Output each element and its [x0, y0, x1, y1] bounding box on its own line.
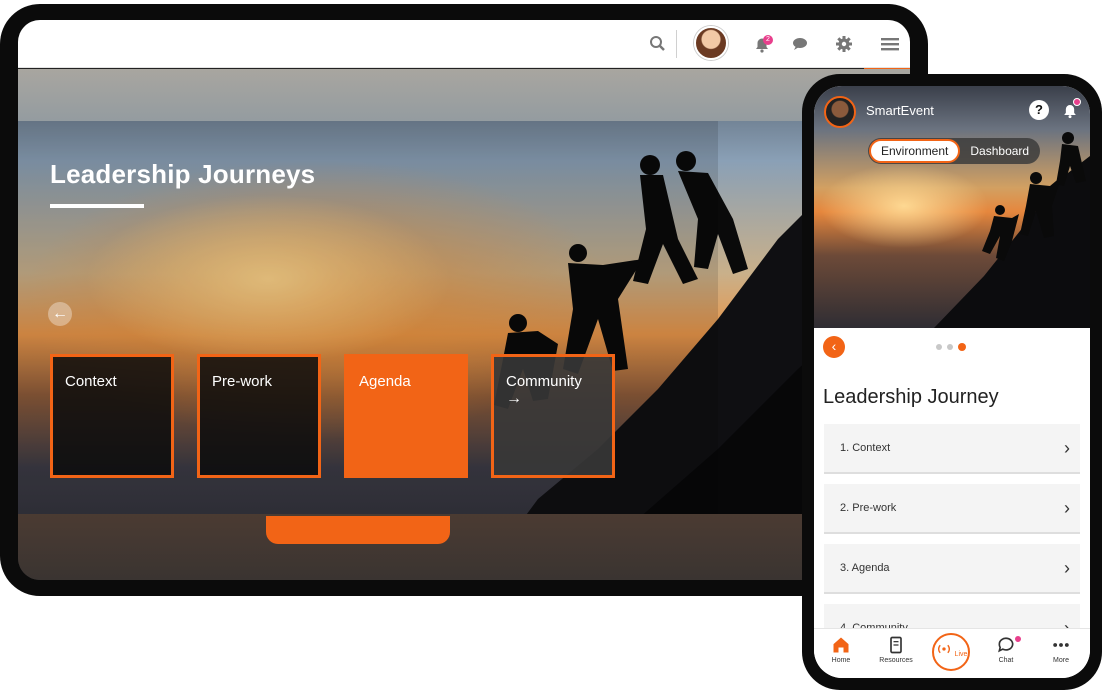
- gear-icon[interactable]: [832, 32, 856, 56]
- toggle-dashboard[interactable]: Dashboard: [960, 139, 1039, 163]
- title-underline: [50, 204, 144, 208]
- phone-device: SmartEvent ? Environment Dashboard ‹ Lea…: [802, 74, 1102, 690]
- card-context[interactable]: Context: [50, 354, 174, 478]
- tab-more[interactable]: More: [1036, 635, 1086, 664]
- view-toggle: Environment Dashboard: [868, 138, 1041, 164]
- list-item[interactable]: 1. Context ›: [824, 424, 1080, 474]
- tab-label: More: [1053, 657, 1069, 664]
- tab-resources[interactable]: Resources: [871, 635, 921, 664]
- carousel-nav: ‹: [814, 328, 1090, 364]
- more-icon: [1053, 643, 1069, 647]
- section-heading: Leadership Journey: [823, 386, 999, 408]
- page-title: Leadership Journeys: [50, 159, 316, 189]
- arrow-right-icon: →: [506, 390, 522, 407]
- page-dot[interactable]: [947, 344, 953, 350]
- tablet-screen: 2 Leadership Journeys ← Context Pre-work…: [18, 20, 910, 580]
- toggle-environment[interactable]: Environment: [869, 139, 961, 163]
- top-bar: 2: [18, 20, 910, 68]
- card-community[interactable]: Community →: [491, 354, 615, 478]
- chevron-left-icon[interactable]: ‹: [823, 336, 845, 358]
- chat-icon[interactable]: [788, 32, 812, 56]
- card-label: Agenda: [359, 373, 411, 390]
- menu-icon[interactable]: [878, 32, 902, 56]
- search-icon[interactable]: [646, 32, 670, 56]
- card-prework[interactable]: Pre-work: [197, 354, 321, 478]
- bottom-orange-bar: [266, 516, 450, 544]
- divider: [676, 30, 677, 58]
- chat-notification-dot: [1015, 636, 1021, 642]
- list-item-label: 1. Context: [840, 442, 891, 454]
- back-arrow-button[interactable]: ←: [48, 302, 72, 326]
- tab-label: Home: [831, 657, 851, 664]
- tab-label: Live: [954, 651, 968, 658]
- chevron-right-icon: ›: [1064, 498, 1070, 518]
- stage: 2 Leadership Journeys ← Context Pre-work…: [0, 0, 1103, 690]
- phone-screen: SmartEvent ? Environment Dashboard ‹ Lea…: [814, 86, 1090, 678]
- climbers-silhouette: [934, 132, 1090, 328]
- app-name: SmartEvent: [866, 103, 934, 118]
- avatar[interactable]: [694, 26, 728, 60]
- card-label: Community: [506, 373, 582, 390]
- book-icon: [890, 636, 902, 654]
- tab-label: Chat: [998, 657, 1014, 664]
- chevron-right-icon: ›: [1064, 558, 1070, 578]
- tablet-device: 2 Leadership Journeys ← Context Pre-work…: [0, 4, 928, 596]
- broadcast-icon: [937, 644, 950, 654]
- list-item[interactable]: 2. Pre-work ›: [824, 484, 1080, 534]
- phone-hero: SmartEvent ? Environment Dashboard: [814, 86, 1090, 328]
- page-dot-active[interactable]: [958, 343, 966, 351]
- page-dot[interactable]: [936, 344, 942, 350]
- card-agenda[interactable]: Agenda: [344, 354, 468, 478]
- notification-dot: [1073, 98, 1081, 106]
- tab-chat[interactable]: Chat: [981, 635, 1031, 664]
- home-icon: [833, 637, 849, 653]
- tab-home[interactable]: Home: [816, 635, 866, 664]
- list-item-label: 3. Agenda: [840, 562, 890, 574]
- bottom-tab-bar: Home Resources Live Chat More: [814, 628, 1090, 678]
- notification-badge: 2: [763, 35, 773, 45]
- help-icon[interactable]: ?: [1029, 100, 1049, 120]
- list-item[interactable]: 3. Agenda ›: [824, 544, 1080, 594]
- tab-label: Resources: [879, 657, 913, 664]
- chat-icon: [998, 637, 1014, 653]
- card-label: Pre-work: [212, 373, 273, 390]
- chevron-right-icon: ›: [1064, 438, 1070, 458]
- card-label: Context: [65, 373, 117, 390]
- tab-live[interactable]: Live: [932, 633, 970, 671]
- avatar[interactable]: [824, 96, 856, 128]
- hero-banner: Leadership Journeys ← Context Pre-work A…: [18, 69, 910, 580]
- page-dots: [936, 343, 966, 351]
- bottom-strip: [18, 514, 910, 580]
- list-item-label: 2. Pre-work: [840, 502, 897, 514]
